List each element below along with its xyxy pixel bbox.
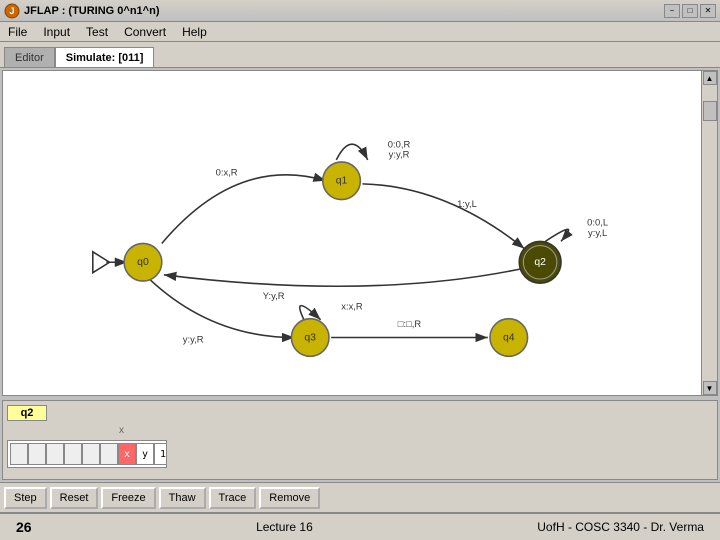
button-bar: Step Reset Freeze Thaw Trace Remove (0, 482, 720, 512)
minimize-button[interactable]: − (664, 4, 680, 18)
tape-cell-3 (64, 443, 82, 465)
app-icon: J (4, 3, 20, 19)
svg-text:0:x,R: 0:x,R (216, 167, 238, 178)
state-panel: q2 x xy1 (2, 400, 718, 480)
footer: 26 Lecture 16 UofH - COSC 3340 - Dr. Ver… (0, 512, 720, 540)
svg-text:0:0,L: 0:0,L (587, 217, 608, 228)
window-title: JFLAP : (TURING 0^n1^n) (24, 5, 159, 17)
svg-text:y:y,L: y:y,L (588, 227, 607, 238)
tape-cell-5 (100, 443, 118, 465)
menu-input[interactable]: Input (39, 24, 74, 40)
menu-bar: File Input Test Convert Help (0, 22, 720, 42)
head-indicator: x (119, 425, 124, 436)
svg-text:Y:y,R: Y:y,R (263, 290, 285, 301)
trace-button[interactable]: Trace (209, 487, 257, 509)
maximize-button[interactable]: □ (682, 4, 698, 18)
svg-text:1:y,L: 1:y,L (457, 198, 477, 209)
tape-cell-0 (10, 443, 28, 465)
svg-text:0:0,R: 0:0,R (388, 138, 411, 149)
title-bar: J JFLAP : (TURING 0^n1^n) − □ ✕ (0, 0, 720, 22)
tape-display: xy1 (7, 440, 167, 468)
tab-bar: Editor Simulate: [011] (0, 42, 720, 68)
slide-number: 26 (16, 519, 32, 535)
menu-help[interactable]: Help (178, 24, 211, 40)
thaw-button[interactable]: Thaw (159, 487, 206, 509)
course-info: UofH - COSC 3340 - Dr. Verma (537, 520, 704, 534)
current-state-label: q2 (7, 405, 47, 421)
scroll-up[interactable]: ▲ (703, 71, 717, 85)
tape-cell-1 (28, 443, 46, 465)
tape-cell-7: y (136, 443, 154, 465)
svg-text:y:y,R: y:y,R (389, 149, 410, 160)
svg-text:□:□,R: □:□,R (398, 318, 422, 329)
menu-file[interactable]: File (4, 24, 31, 40)
vertical-scrollbar[interactable]: ▲ ▼ (701, 71, 717, 395)
svg-text:J: J (9, 6, 14, 16)
svg-text:q1: q1 (336, 176, 348, 187)
tab-simulate[interactable]: Simulate: [011] (55, 47, 155, 67)
svg-text:q2: q2 (534, 257, 546, 268)
lecture-label: Lecture 16 (256, 520, 313, 534)
svg-text:q4: q4 (503, 332, 515, 343)
reset-button[interactable]: Reset (50, 487, 99, 509)
freeze-button[interactable]: Freeze (101, 487, 155, 509)
svg-text:q3: q3 (304, 332, 316, 343)
tape-cell-4 (82, 443, 100, 465)
tape-cell-6: x (118, 443, 136, 465)
window-controls: − □ ✕ (664, 4, 716, 18)
diagram-canvas: 0:x,R 0:0,R y:y,R 1:y,L 0:0,L y:y,L x:x,… (2, 70, 718, 396)
tab-editor[interactable]: Editor (4, 47, 55, 67)
tape-cell-2 (46, 443, 64, 465)
menu-convert[interactable]: Convert (120, 24, 170, 40)
remove-button[interactable]: Remove (259, 487, 320, 509)
svg-text:q0: q0 (137, 257, 149, 268)
scroll-down[interactable]: ▼ (703, 381, 717, 395)
menu-test[interactable]: Test (82, 24, 112, 40)
svg-text:x:x,R: x:x,R (341, 300, 363, 311)
turing-diagram: 0:x,R 0:0,R y:y,R 1:y,L 0:0,L y:y,L x:x,… (3, 71, 701, 395)
close-button[interactable]: ✕ (700, 4, 716, 18)
scroll-thumb[interactable] (703, 101, 717, 121)
tape-cell-8: 1 (154, 443, 167, 465)
svg-text:y:y,R: y:y,R (183, 334, 204, 345)
step-button[interactable]: Step (4, 487, 47, 509)
